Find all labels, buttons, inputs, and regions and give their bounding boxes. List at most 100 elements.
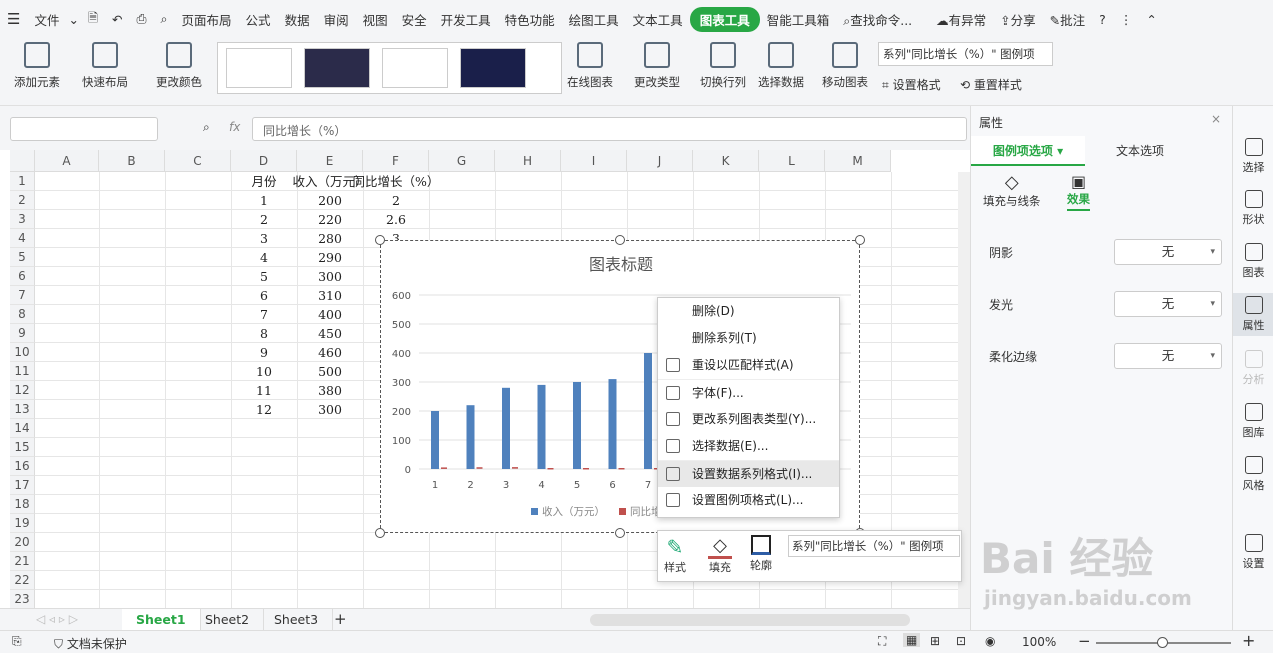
zoom-thumb[interactable] <box>1157 637 1168 648</box>
table-cell[interactable]: 8 <box>231 324 297 343</box>
more-icon[interactable]: ⋮ <box>1113 12 1140 27</box>
tab-review[interactable]: 审阅 <box>317 10 356 29</box>
zoom-out-icon[interactable]: − <box>1078 632 1091 650</box>
style-thumb-1[interactable] <box>226 48 292 88</box>
switch-row-col-button[interactable]: 切换行列 <box>700 42 746 90</box>
tab-text-tools[interactable]: 文本工具 <box>626 10 690 29</box>
context-menu-item[interactable]: 删除(D) <box>658 298 839 325</box>
normal-view-icon[interactable]: ▦ <box>903 633 921 647</box>
collapse-icon[interactable]: ⌃ <box>1139 12 1163 27</box>
select-data-button[interactable]: 选择数据 <box>758 42 804 90</box>
context-menu-item[interactable]: 删除系列(T) <box>658 325 839 352</box>
resize-handle-bm[interactable] <box>615 528 625 538</box>
sidebar-item[interactable]: 分析 <box>1233 350 1273 387</box>
table-cell[interactable]: 3 <box>231 229 297 248</box>
table-cell[interactable]: 400 <box>297 305 363 324</box>
panel-row-soft-edges[interactable]: 柔化边缘 无 <box>979 343 1229 373</box>
row-header[interactable]: 1 <box>10 172 35 191</box>
eye-icon[interactable]: ◉ <box>985 634 995 648</box>
fill-line-tab[interactable]: ◇ 填充与线条 <box>983 172 1041 209</box>
column-header[interactable]: F <box>363 150 429 172</box>
panel-title[interactable]: 属性 <box>979 114 1003 131</box>
table-cell[interactable]: 280 <box>297 229 363 248</box>
tab-text-options[interactable]: 文本选项 <box>1085 136 1195 166</box>
column-header[interactable]: G <box>429 150 495 172</box>
effect-tab[interactable]: ▣ 效果 <box>1067 172 1090 211</box>
table-cell[interactable]: 6 <box>231 286 297 305</box>
table-cell[interactable]: 380 <box>297 381 363 400</box>
table-cell[interactable]: 300 <box>297 267 363 286</box>
table-cell[interactable]: 290 <box>297 248 363 267</box>
share-button[interactable]: ⇪分享 <box>993 10 1043 29</box>
tab-chart-tools[interactable]: 图表工具 <box>689 6 760 32</box>
column-header[interactable]: D <box>231 150 297 172</box>
context-menu-item[interactable]: 设置数据系列格式(I)... <box>658 460 839 487</box>
name-box[interactable] <box>10 117 158 141</box>
column-header[interactable]: L <box>759 150 825 172</box>
help-icon[interactable]: ? <box>1092 12 1113 27</box>
row-header[interactable]: 3 <box>10 210 35 229</box>
glow-dropdown[interactable]: 无 <box>1114 291 1222 317</box>
annotate-button[interactable]: ✎批注 <box>1043 10 1093 29</box>
tab-page-layout[interactable]: 页面布局 <box>175 10 239 29</box>
protect-status[interactable]: ⛉ 文档未保护 <box>54 635 127 652</box>
macro-icon[interactable]: ⎘ <box>12 634 22 649</box>
sheet-tab-1[interactable]: Sheet1 <box>122 609 201 631</box>
online-chart-button[interactable]: 在线图表 <box>567 42 613 90</box>
add-element-button[interactable]: 添加元素 <box>14 42 60 90</box>
table-cell[interactable]: 7 <box>231 305 297 324</box>
search-command[interactable]: ⌕查找命令... <box>836 10 919 29</box>
style-thumb-2[interactable] <box>304 48 370 88</box>
zoom-level[interactable]: 100% <box>1022 635 1056 649</box>
table-cell[interactable]: 11 <box>231 381 297 400</box>
tab-smart-tools[interactable]: 智能工具箱 <box>760 10 837 29</box>
context-menu-item[interactable]: 字体(F)... <box>658 379 839 406</box>
column-header[interactable]: M <box>825 150 891 172</box>
file-menu[interactable]: 文件 <box>27 10 66 29</box>
tab-developer[interactable]: 开发工具 <box>434 10 498 29</box>
table-cell[interactable]: 10 <box>231 362 297 381</box>
print-icon[interactable]: ⎙ <box>130 11 154 27</box>
column-header[interactable]: H <box>495 150 561 172</box>
tab-legend-options[interactable]: 图例项选项 ▾ <box>971 136 1085 166</box>
row-header[interactable]: 5 <box>10 248 35 267</box>
zoom-fx-icon[interactable]: ⌕ <box>203 120 210 135</box>
sheet-tab-2[interactable]: Sheet2 <box>191 609 265 631</box>
resize-handle-tm[interactable] <box>615 235 625 245</box>
row-header[interactable]: 18 <box>10 495 35 514</box>
table-cell[interactable]: 220 <box>297 210 363 229</box>
fill-button[interactable]: ◇ 填充 <box>708 535 732 575</box>
resize-handle-bl[interactable] <box>375 528 385 538</box>
row-header[interactable]: 12 <box>10 381 35 400</box>
table-cell[interactable]: 5 <box>231 267 297 286</box>
tab-drawing[interactable]: 绘图工具 <box>562 10 626 29</box>
table-cell[interactable]: 200 <box>297 191 363 210</box>
style-thumb-3[interactable] <box>382 48 448 88</box>
preview-icon[interactable]: ⌕ <box>154 11 175 27</box>
tab-security[interactable]: 安全 <box>395 10 434 29</box>
column-header[interactable]: J <box>627 150 693 172</box>
column-header[interactable]: B <box>99 150 165 172</box>
row-header[interactable]: 4 <box>10 229 35 248</box>
fullscreen-icon[interactable]: ⛶ <box>878 634 886 649</box>
hamburger-icon[interactable]: ☰ <box>0 10 27 28</box>
row-header[interactable]: 9 <box>10 324 35 343</box>
save-icon[interactable]: 🗎 <box>81 9 105 30</box>
style-button[interactable]: ✎ 样式 <box>664 535 686 575</box>
sidebar-item[interactable]: 形状 <box>1233 190 1273 227</box>
context-menu-item[interactable]: 设置图例项格式(L)... <box>658 487 839 514</box>
table-cell[interactable]: 2 <box>231 210 297 229</box>
table-cell[interactable]: 1 <box>231 191 297 210</box>
reset-style-button[interactable]: ⟲ 重置样式 <box>960 76 1022 93</box>
row-header[interactable]: 8 <box>10 305 35 324</box>
row-header[interactable]: 17 <box>10 476 35 495</box>
outline-button[interactable]: 轮廓 <box>750 535 772 573</box>
row-header[interactable]: 10 <box>10 343 35 362</box>
panel-row-shadow[interactable]: 阴影 无 <box>979 239 1229 269</box>
sync-status[interactable]: ☁有异常 <box>929 10 993 29</box>
sidebar-item[interactable]: 设置 <box>1233 534 1273 571</box>
row-header[interactable]: 16 <box>10 457 35 476</box>
column-header[interactable]: A <box>35 150 99 172</box>
horizontal-scrollbar[interactable] <box>590 614 910 626</box>
table-cell[interactable]: 460 <box>297 343 363 362</box>
